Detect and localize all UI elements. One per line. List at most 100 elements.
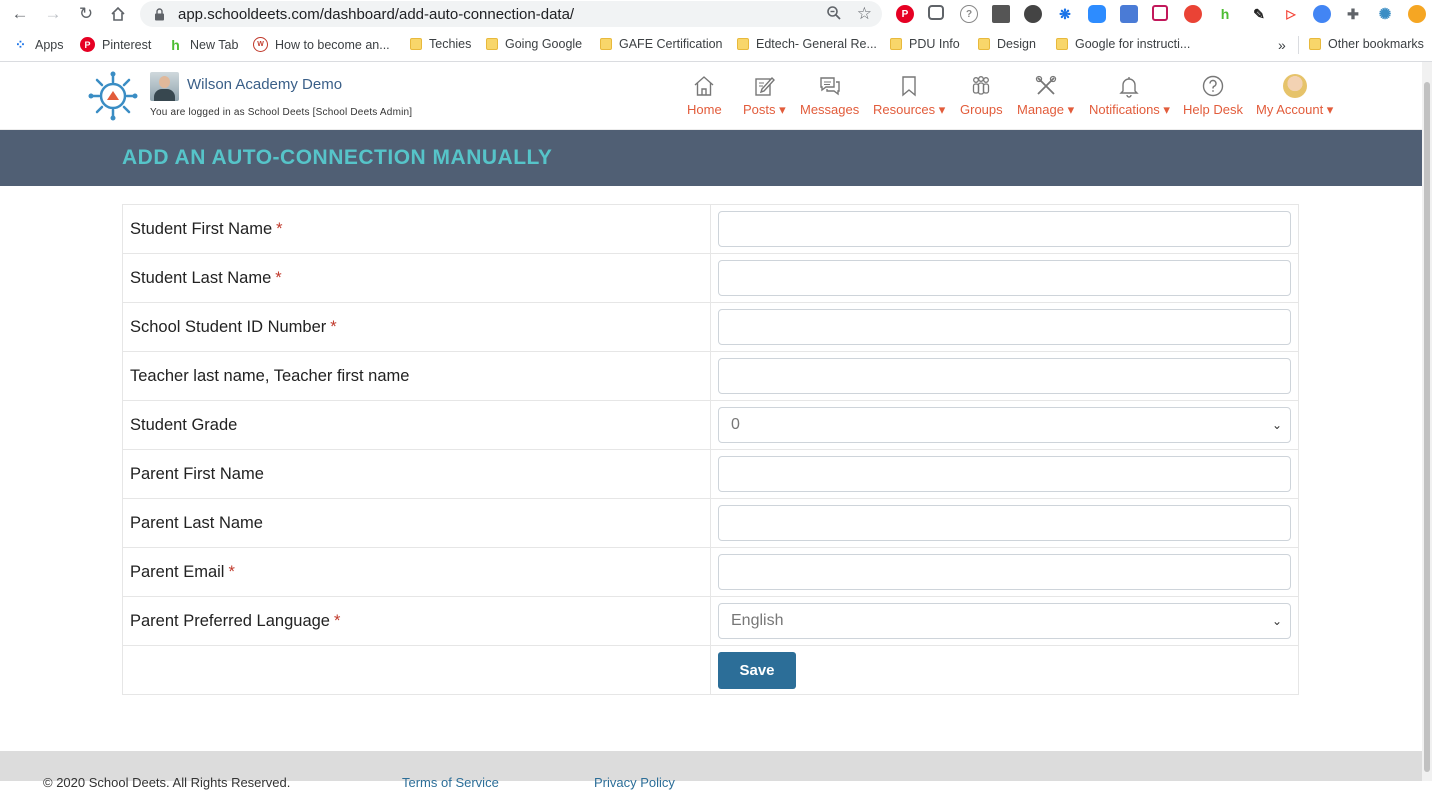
forward-arrow-icon[interactable]: → (43, 4, 63, 24)
pen-ext-icon[interactable]: ✎ (1250, 5, 1268, 23)
nav-resources[interactable]: Resources ▾ (873, 74, 945, 118)
select-value: English (731, 612, 784, 629)
reload-icon[interactable]: ↻ (76, 4, 96, 24)
form-row: Student First Name * (122, 204, 1299, 254)
student-last-name-input[interactable] (718, 260, 1291, 296)
pinterest-icon: P (80, 37, 95, 52)
bookmark-new-tab[interactable]: h New Tab (168, 36, 238, 53)
parent-language-select[interactable]: English ⌄ (718, 603, 1291, 639)
bookmark-gafe[interactable]: GAFE Certification (600, 37, 723, 51)
extensions-puzzle-icon[interactable]: ✚ (1344, 5, 1362, 23)
bookmark-apps[interactable]: ⁘ Apps (13, 36, 63, 52)
required-asterisk: * (333, 611, 341, 630)
select-value: 0 (731, 416, 740, 433)
folder-icon (890, 38, 902, 50)
chat-icon (819, 77, 840, 96)
help-ext-icon[interactable]: ? (960, 5, 978, 23)
bookmark-pdu-info[interactable]: PDU Info (890, 37, 960, 51)
shield-ext-icon[interactable] (1313, 5, 1331, 23)
profile-ext-icon[interactable] (1408, 5, 1426, 23)
teacher-name-input[interactable] (718, 358, 1291, 394)
student-grade-select[interactable]: 0 ⌄ (718, 407, 1291, 443)
pocket-icon[interactable] (928, 5, 944, 20)
bookmark-other[interactable]: Other bookmarks (1309, 37, 1424, 51)
houzz-icon: h (171, 36, 180, 53)
org-name[interactable]: Wilson Academy Demo (187, 76, 342, 93)
bookmark-pinterest[interactable]: P Pinterest (80, 37, 151, 52)
screencast-icon[interactable] (992, 5, 1010, 23)
folder-icon (978, 38, 990, 50)
apps-grid-icon: ⁘ (15, 36, 26, 52)
tools-icon (1035, 75, 1056, 95)
nav-posts[interactable]: Posts ▾ (743, 74, 786, 118)
nav-help-desk[interactable]: Help Desk (1183, 74, 1243, 117)
chevron-down-icon: ⌄ (1271, 418, 1282, 432)
page-scrollbar[interactable] (1422, 62, 1432, 781)
home-icon[interactable] (108, 4, 128, 24)
settings-ext-icon[interactable]: ❋ (1056, 5, 1074, 23)
site-footer: © 2020 School Deets. All Rights Reserved… (0, 751, 1422, 790)
bookmark-techies[interactable]: Techies (410, 37, 471, 51)
form-row: Save (122, 645, 1299, 695)
logged-in-status: You are logged in as School Deets [Schoo… (150, 107, 413, 118)
bookmark-how-to-become[interactable]: W How to become an... (253, 37, 390, 52)
calendar-ext-icon[interactable] (1120, 5, 1138, 23)
form-row: Parent Preferred Language * English ⌄ (122, 596, 1299, 646)
folder-icon (737, 38, 749, 50)
save-button[interactable]: Save (718, 651, 796, 689)
zoom-icon[interactable] (826, 5, 842, 25)
site-header: Wilson Academy Demo You are logged in as… (0, 62, 1432, 130)
url-text: app.schooldeets.com/dashboard/add-auto-c… (178, 5, 575, 23)
form-row: School Student ID Number * (122, 302, 1299, 352)
field-label: Parent First Name (130, 464, 264, 483)
address-bar[interactable]: app.schooldeets.com/dashboard/add-auto-c… (140, 1, 882, 27)
notification-ext-icon[interactable] (1184, 5, 1202, 23)
student-first-name-input[interactable] (718, 211, 1291, 247)
school-avatar (150, 72, 179, 101)
chevron-down-icon: ⌄ (1271, 614, 1282, 628)
terms-link[interactable]: Terms of Service (402, 775, 499, 790)
nav-groups[interactable]: Groups (960, 74, 1003, 117)
parent-first-name-input[interactable] (718, 456, 1291, 492)
field-label: Teacher last name, Teacher first name (130, 366, 410, 385)
form-row: Teacher last name, Teacher first name (122, 351, 1299, 401)
nav-my-account[interactable]: My Account ▾ (1256, 74, 1333, 118)
home-icon (694, 76, 714, 96)
school-deets-logo-icon[interactable] (88, 71, 138, 121)
field-label: School Student ID Number (130, 317, 327, 336)
nav-home[interactable]: Home (687, 74, 722, 117)
bookmark-edtech[interactable]: Edtech- General Re... (737, 37, 877, 51)
form-table: Student First Name * Student Last Name * S… (122, 204, 1299, 695)
page-title-band: ADD AN AUTO-CONNECTION MANUALLY (0, 130, 1432, 186)
student-id-input[interactable] (718, 309, 1291, 345)
bookmark-design[interactable]: Design (978, 37, 1036, 51)
folder-icon (1309, 38, 1321, 50)
bookmark-google-instruct[interactable]: Google for instructi... (1056, 37, 1190, 51)
houzz-ext-icon[interactable]: h (1216, 5, 1234, 23)
pinterest-ext-icon[interactable]: P (896, 5, 914, 23)
schooldeets-ext-icon[interactable]: ✺ (1376, 5, 1394, 23)
nav-messages[interactable]: Messages (800, 74, 859, 117)
bell-icon (1119, 77, 1140, 98)
cast-ext-icon[interactable]: ▷ (1282, 5, 1300, 23)
back-arrow-icon[interactable]: ← (10, 4, 30, 24)
bookmarks-overflow[interactable]: » (1278, 37, 1286, 53)
nav-notifications[interactable]: Notifications ▾ (1089, 74, 1170, 118)
parent-email-input[interactable] (718, 554, 1291, 590)
clipper-ext-icon[interactable] (1152, 5, 1168, 21)
privacy-link[interactable]: Privacy Policy (594, 775, 675, 790)
field-label: Student First Name (130, 219, 273, 238)
lock-icon (152, 7, 166, 21)
auto-connection-form: Student First Name * Student Last Name * S… (122, 204, 1299, 695)
bookmarks-bar: ⁘ Apps P Pinterest h New Tab W How to be… (0, 28, 1432, 62)
scrollbar-thumb[interactable] (1424, 82, 1430, 772)
required-asterisk: * (275, 268, 282, 287)
nav-manage[interactable]: Manage ▾ (1017, 74, 1074, 118)
circle-ext-icon[interactable] (1024, 5, 1042, 23)
avatar-icon (1282, 74, 1307, 98)
bookmark-star-icon[interactable]: ☆ (857, 4, 872, 24)
zoom-ext-icon[interactable] (1088, 5, 1106, 23)
parent-last-name-input[interactable] (718, 505, 1291, 541)
form-row: Student Last Name * (122, 253, 1299, 303)
bookmark-going-google[interactable]: Going Google (486, 37, 582, 51)
